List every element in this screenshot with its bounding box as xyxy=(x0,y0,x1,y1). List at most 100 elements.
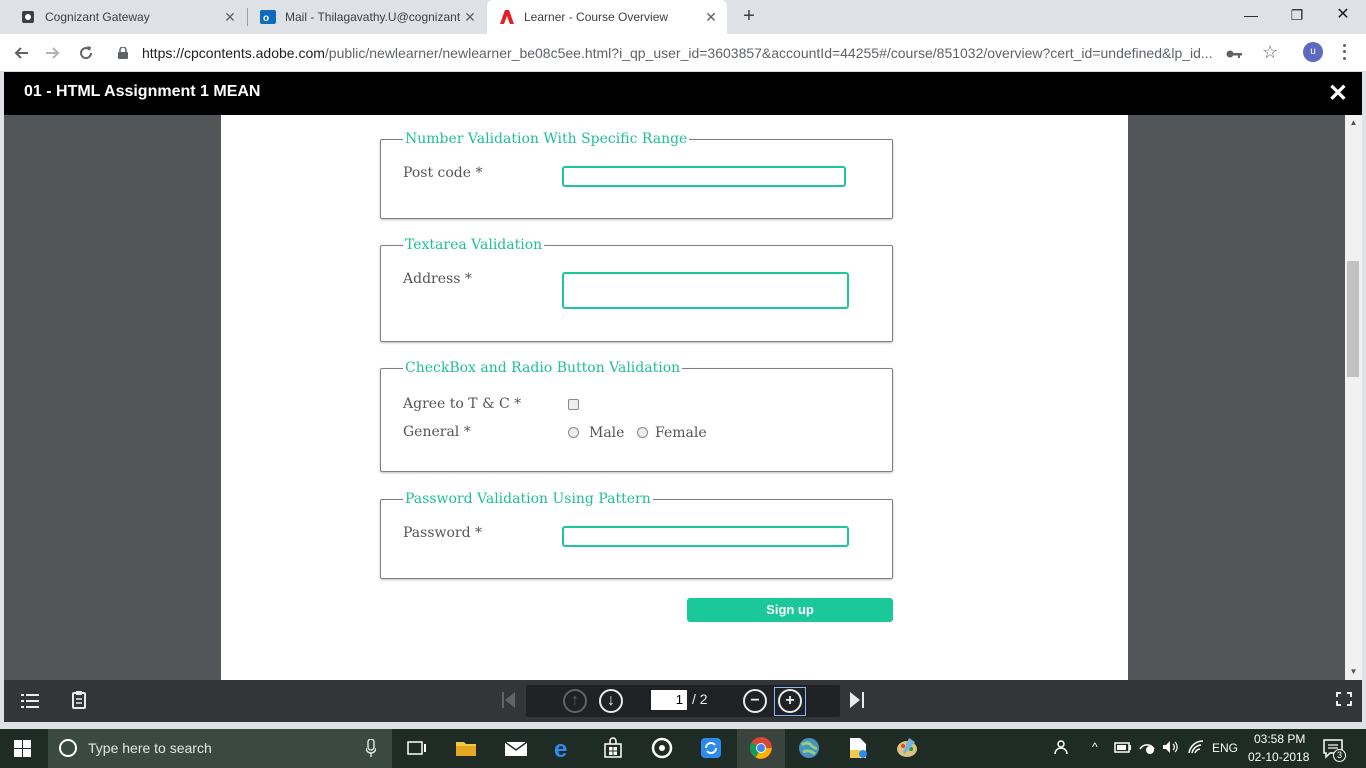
store-icon[interactable] xyxy=(601,736,627,762)
tab-learner-course-overview[interactable]: Learner - Course Overview ✕ xyxy=(487,0,727,34)
reload-button[interactable] xyxy=(74,41,98,65)
post-code-label: Post code * xyxy=(403,165,483,181)
page-total: / 2 xyxy=(692,691,708,707)
chrome-taskbar-button[interactable] xyxy=(737,729,785,768)
document-page: Number Validation With Specific Range Po… xyxy=(221,115,1128,680)
first-page-icon[interactable] xyxy=(502,691,516,714)
people-icon[interactable] xyxy=(1054,738,1080,764)
show-hidden-icons-icon[interactable]: ^ xyxy=(1092,740,1098,754)
gender-label: General * xyxy=(403,424,471,440)
fullscreen-icon[interactable] xyxy=(1336,692,1352,711)
browser-menu-icon[interactable] xyxy=(1336,42,1352,62)
taskbar-search-placeholder: Type here to search xyxy=(88,740,212,756)
media-app-icon[interactable] xyxy=(650,736,676,762)
task-view-icon[interactable] xyxy=(405,736,431,762)
modal-title: 01 - HTML Assignment 1 MEAN xyxy=(24,83,261,100)
notification-count-badge: 3 xyxy=(1333,749,1346,762)
svg-text:o: o xyxy=(263,13,269,24)
agree-terms-label: Agree to T & C * xyxy=(403,396,522,412)
male-radio-label: Male xyxy=(589,425,625,441)
zoom-in-focus-ring: + xyxy=(774,687,806,716)
tab-close-icon[interactable]: ✕ xyxy=(222,9,238,26)
paint-app-icon[interactable] xyxy=(895,736,921,762)
checkbox-radio-validation-box: CheckBox and Radio Button Validation Agr… xyxy=(380,360,893,472)
key-icon[interactable] xyxy=(1226,46,1242,64)
textarea-validation-legend: Textarea Validation xyxy=(403,237,545,253)
zoom-out-icon[interactable]: − xyxy=(743,689,767,713)
back-arrow-icon xyxy=(14,47,28,59)
gateway-icon xyxy=(20,9,36,25)
number-validation-box: Number Validation With Specific Range Po… xyxy=(380,131,893,219)
viewer-scrollbar[interactable]: ▲ ▼ xyxy=(1345,115,1362,680)
globe-app-icon[interactable] xyxy=(797,736,823,762)
lock-icon xyxy=(118,46,128,64)
taskbar-search-box[interactable]: Type here to search xyxy=(48,729,392,768)
profile-avatar[interactable]: u xyxy=(1303,42,1323,62)
scroll-up-icon[interactable]: ▲ xyxy=(1345,118,1362,127)
url-text: https://cpcontents.adobe.com/public/newl… xyxy=(142,45,1213,61)
windows-taskbar: Type here to search e ^ ENG 03:58 PM 02-… xyxy=(0,729,1366,768)
restore-button[interactable]: ❐ xyxy=(1274,0,1320,30)
scrollbar-thumb[interactable] xyxy=(1347,261,1359,377)
tab-close-icon[interactable]: ✕ xyxy=(703,9,719,26)
post-code-input[interactable] xyxy=(562,166,846,187)
volume-icon[interactable] xyxy=(1162,739,1188,765)
network-status-icon[interactable] xyxy=(1138,739,1164,765)
address-label: Address * xyxy=(403,271,472,287)
tab-cognizant-gateway[interactable]: Cognizant Gateway ✕ xyxy=(8,0,246,34)
minimize-button[interactable]: — xyxy=(1228,0,1274,30)
chrome-icon xyxy=(749,736,773,765)
previous-page-icon[interactable]: ↑ xyxy=(563,689,587,713)
agree-terms-checkbox[interactable] xyxy=(568,399,579,410)
sync-app-icon[interactable] xyxy=(699,736,725,762)
input-language[interactable]: ENG xyxy=(1212,741,1238,755)
clock-date[interactable]: 02-10-2018 xyxy=(1248,750,1309,764)
clock-time[interactable]: 03:58 PM xyxy=(1254,732,1305,746)
svg-text:e: e xyxy=(554,736,567,760)
cortana-search-icon xyxy=(58,738,78,763)
adobe-icon xyxy=(499,9,515,25)
document-viewer: Number Validation With Specific Range Po… xyxy=(4,115,1345,680)
password-validation-legend: Password Validation Using Pattern xyxy=(403,491,653,507)
password-input[interactable] xyxy=(562,526,849,547)
tab-mail[interactable]: o Mail - Thilagavathy.U@cognizant ✕ xyxy=(248,0,486,34)
mail-app-icon[interactable] xyxy=(503,736,529,762)
sign-up-button[interactable]: Sign up xyxy=(687,598,893,622)
address-bar[interactable]: https://cpcontents.adobe.com/public/newl… xyxy=(108,38,1292,68)
bookmark-star-icon[interactable]: ☆ xyxy=(1262,42,1278,63)
file-explorer-icon[interactable] xyxy=(454,736,480,762)
edge-browser-icon[interactable]: e xyxy=(552,736,578,763)
wifi-icon[interactable] xyxy=(1188,740,1214,766)
url-host: https://cpcontents.adobe.com xyxy=(142,45,325,61)
next-page-icon[interactable]: ↓ xyxy=(599,689,623,713)
microphone-icon[interactable] xyxy=(365,738,377,762)
forward-button[interactable] xyxy=(41,41,65,65)
male-radio[interactable] xyxy=(568,427,579,438)
back-button[interactable] xyxy=(9,41,33,65)
new-tab-button[interactable]: + xyxy=(738,5,760,27)
last-page-icon[interactable] xyxy=(850,691,864,714)
document-app-icon[interactable] xyxy=(846,736,872,762)
address-textarea[interactable] xyxy=(562,272,849,309)
outlook-icon: o xyxy=(260,9,276,25)
checkbox-radio-legend: CheckBox and Radio Button Validation xyxy=(403,360,683,376)
reload-icon xyxy=(80,46,93,60)
close-window-button[interactable]: ✕ xyxy=(1320,0,1366,30)
page-number-input[interactable]: 1 xyxy=(651,690,687,710)
modal-header: 01 - HTML Assignment 1 MEAN ✕ xyxy=(4,72,1362,115)
battery-icon[interactable] xyxy=(1114,741,1140,767)
zoom-in-icon[interactable]: + xyxy=(778,689,802,713)
tab-title: Cognizant Gateway xyxy=(45,10,150,24)
page-navigator: ↑ ↓ 1 / 2 − + xyxy=(526,685,840,717)
notes-icon[interactable] xyxy=(72,691,86,714)
number-validation-legend: Number Validation With Specific Range xyxy=(403,131,690,147)
female-radio[interactable] xyxy=(637,427,648,438)
scroll-down-icon[interactable]: ▼ xyxy=(1345,667,1362,676)
tab-title: Mail - Thilagavathy.U@cognizant xyxy=(285,10,461,24)
windows-start-icon[interactable] xyxy=(14,740,40,766)
modal-close-icon[interactable]: ✕ xyxy=(1328,79,1348,108)
viewer-toolbar: ↑ ↓ 1 / 2 − + xyxy=(4,680,1362,722)
url-path: /public/newlearner/newlearner_be08c5ee.h… xyxy=(324,45,1213,61)
tab-close-icon[interactable]: ✕ xyxy=(462,9,478,26)
outline-list-icon[interactable] xyxy=(21,693,39,714)
